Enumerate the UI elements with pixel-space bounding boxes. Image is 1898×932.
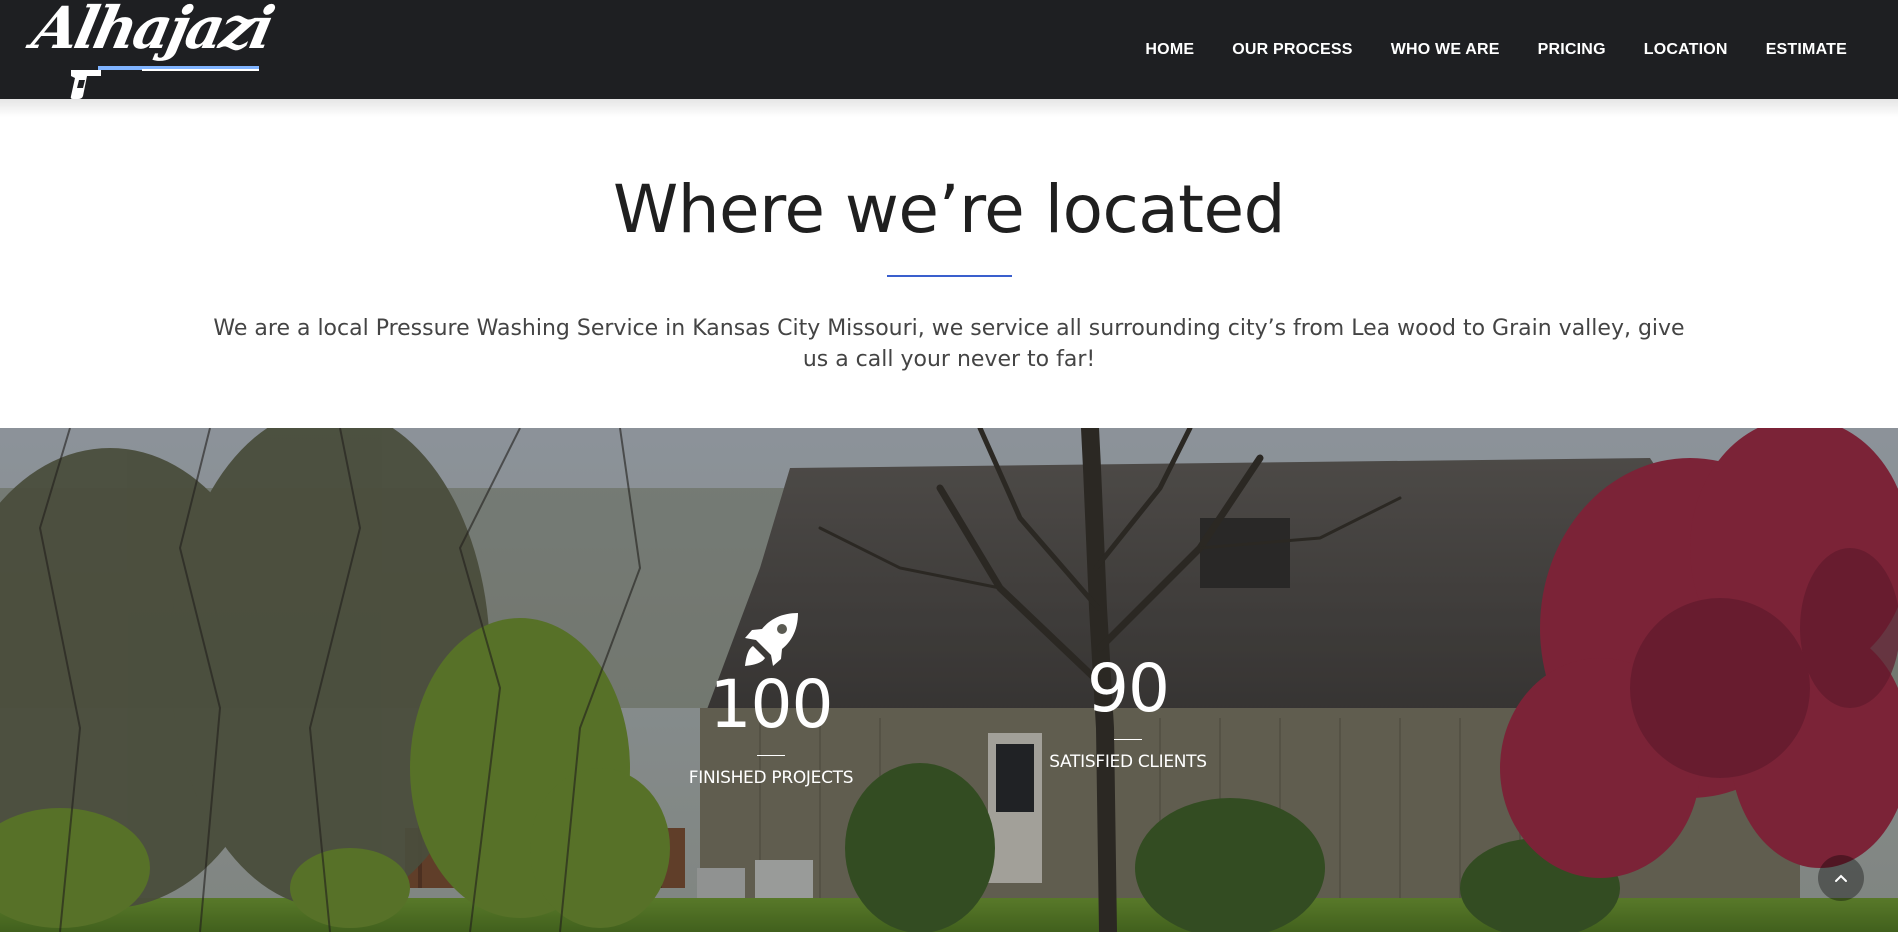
title-divider: [887, 275, 1012, 277]
stats-section: 100 FINISHED PROJECTS 90 SATISFIED CLIEN…: [0, 428, 1898, 932]
nav-who-we-are[interactable]: WHO WE ARE: [1391, 41, 1500, 59]
nav-pricing[interactable]: PRICING: [1538, 41, 1606, 59]
section-title: Where we’re located: [612, 171, 1286, 248]
stat-divider: [1114, 739, 1142, 740]
chevron-up-icon: [1835, 874, 1847, 882]
rocket-icon: [745, 613, 798, 666]
nav-location[interactable]: LOCATION: [1644, 41, 1728, 59]
stat-divider: [757, 755, 785, 756]
stat-label: FINISHED PROJECTS: [688, 768, 854, 788]
stat-satisfied-clients: 90 SATISFIED CLIENTS: [998, 650, 1258, 773]
main-nav: HOME OUR PROCESS WHO WE ARE PRICING LOCA…: [1145, 0, 1847, 99]
stat-number: 90: [1087, 650, 1170, 727]
photo-dark-overlay: [0, 428, 1898, 932]
pressure-washer-gun-icon: [70, 70, 101, 99]
nav-estimate[interactable]: ESTIMATE: [1766, 41, 1847, 59]
nav-home[interactable]: HOME: [1145, 41, 1194, 59]
header-shadow: [0, 99, 1898, 117]
logo-wand-highlight: [142, 69, 259, 71]
stat-number: 100: [709, 666, 834, 743]
nav-our-process[interactable]: OUR PROCESS: [1232, 41, 1352, 59]
stat-finished-projects: 100 FINISHED PROJECTS: [641, 611, 901, 788]
site-header: Alhajazi HOME OUR PROCESS WHO WE ARE PRI…: [0, 0, 1898, 99]
location-section: Where we’re located We are a local Press…: [0, 99, 1898, 428]
back-to-top-button[interactable]: [1818, 855, 1864, 901]
stat-label: SATISFIED CLIENTS: [1049, 752, 1207, 772]
section-description: We are a local Pressure Washing Service …: [213, 316, 1685, 372]
logo[interactable]: Alhajazi: [27, 0, 278, 102]
logo-text: Alhajazi: [26, 0, 278, 62]
